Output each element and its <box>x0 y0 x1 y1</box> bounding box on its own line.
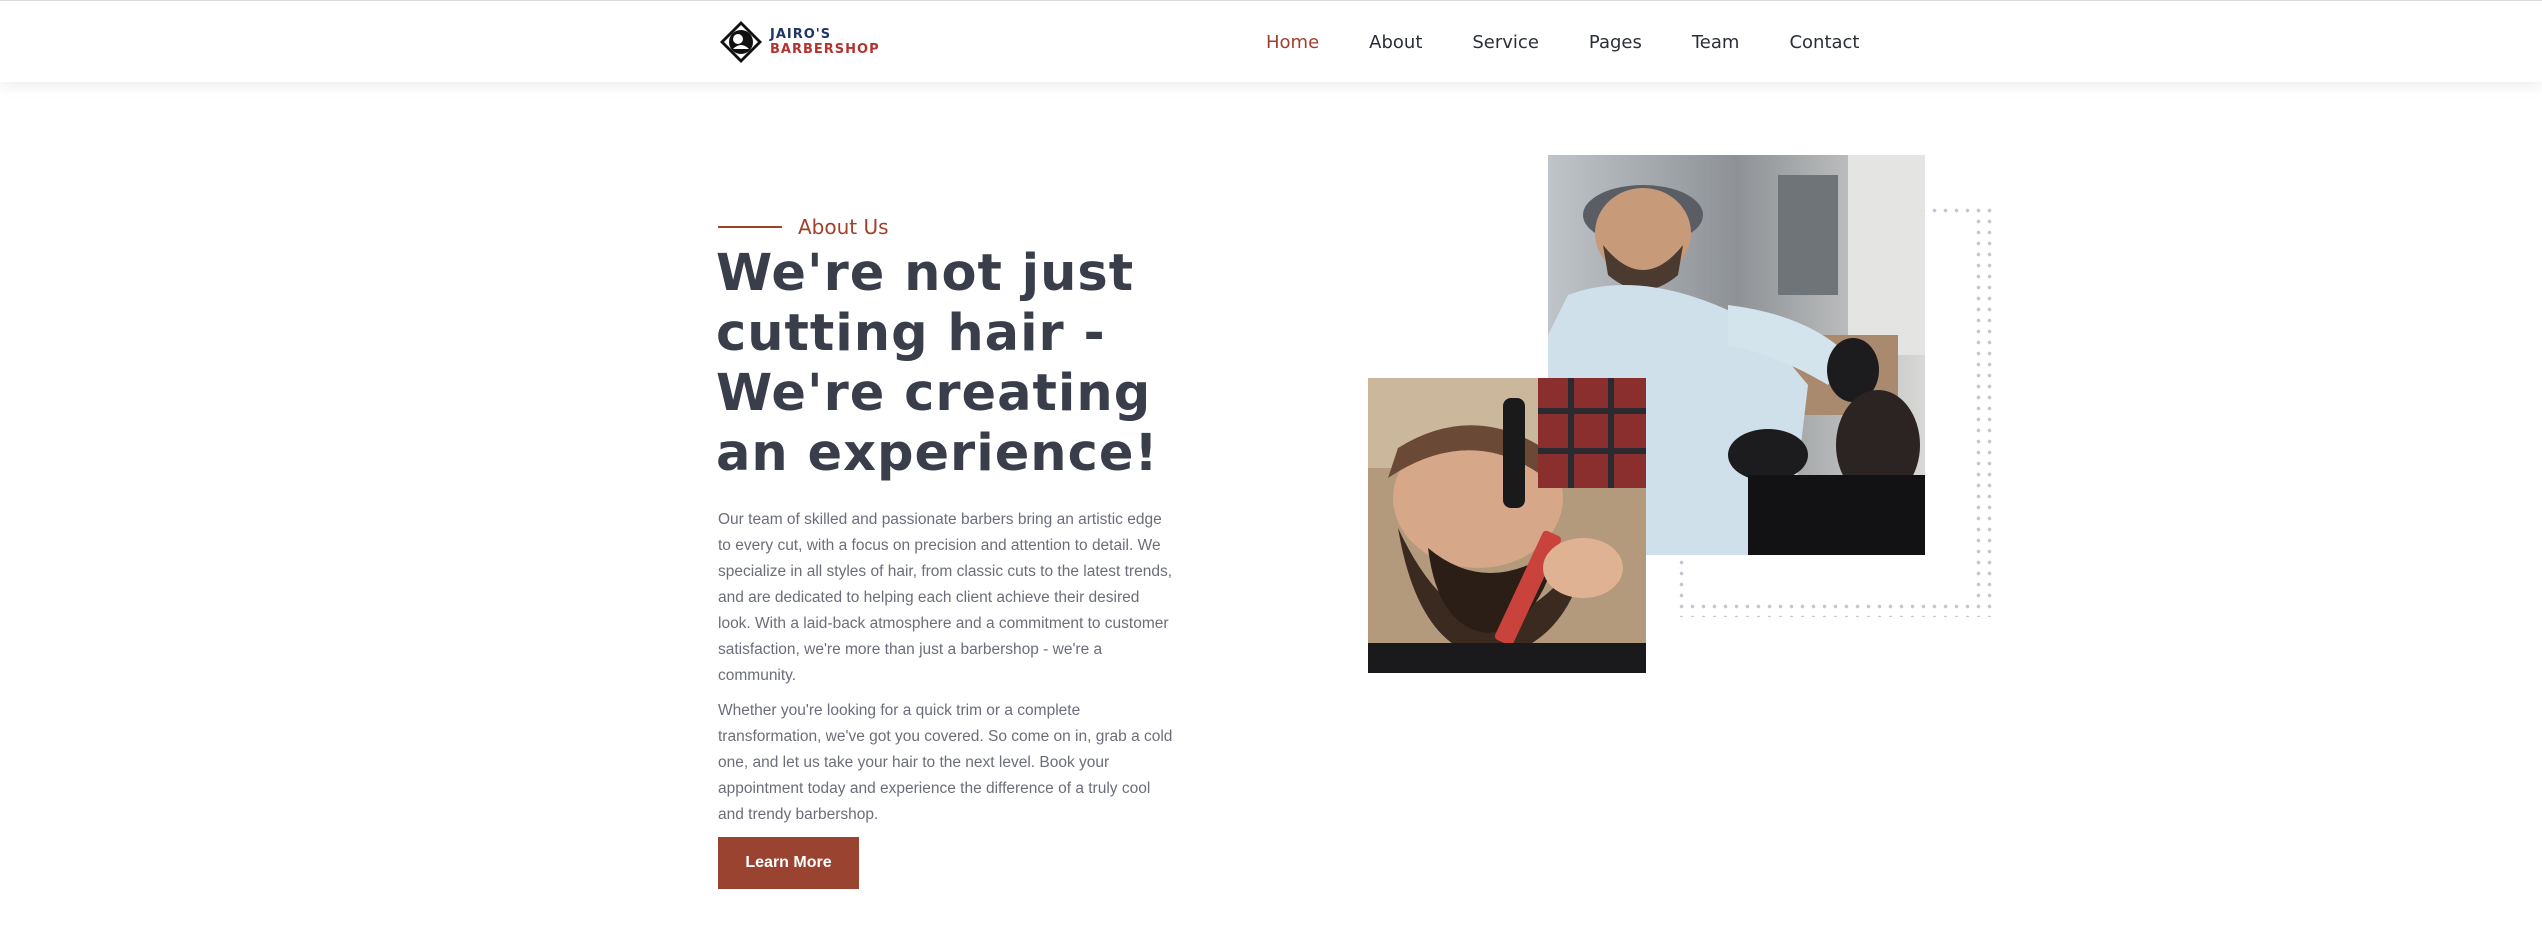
nav-item-service[interactable]: Service <box>1472 32 1539 53</box>
barber-photo-secondary <box>1368 378 1646 673</box>
site-header: JAIRO'S BARBERSHOP Home About Service Pa… <box>0 0 2542 82</box>
nav-item-contact[interactable]: Contact <box>1789 32 1859 53</box>
barber-logo-icon <box>720 21 762 63</box>
learn-more-button[interactable]: Learn More <box>718 837 859 889</box>
eyebrow-label: About Us <box>798 215 889 239</box>
logo[interactable]: JAIRO'S BARBERSHOP <box>718 19 880 65</box>
section-eyebrow: About Us <box>718 212 889 242</box>
main-nav: Home About Service Pages Team Contact <box>1266 1 1909 83</box>
eyebrow-divider <box>718 226 782 228</box>
nav-item-team[interactable]: Team <box>1692 32 1740 53</box>
nav-item-pages[interactable]: Pages <box>1589 32 1642 53</box>
section-headline: We're not just cutting hair - We're crea… <box>716 244 1159 483</box>
about-paragraph-1: Our team of skilled and passionate barbe… <box>718 511 1172 684</box>
logo-text: JAIRO'S BARBERSHOP <box>770 28 880 56</box>
logo-line1: JAIRO'S <box>770 27 832 42</box>
about-paragraph-2: Whether you're looking for a quick trim … <box>718 702 1173 823</box>
beard-trim-image <box>1368 378 1646 673</box>
nav-item-about[interactable]: About <box>1369 32 1422 53</box>
logo-line2: BARBERSHOP <box>770 42 880 57</box>
nav-item-home[interactable]: Home <box>1266 32 1319 53</box>
